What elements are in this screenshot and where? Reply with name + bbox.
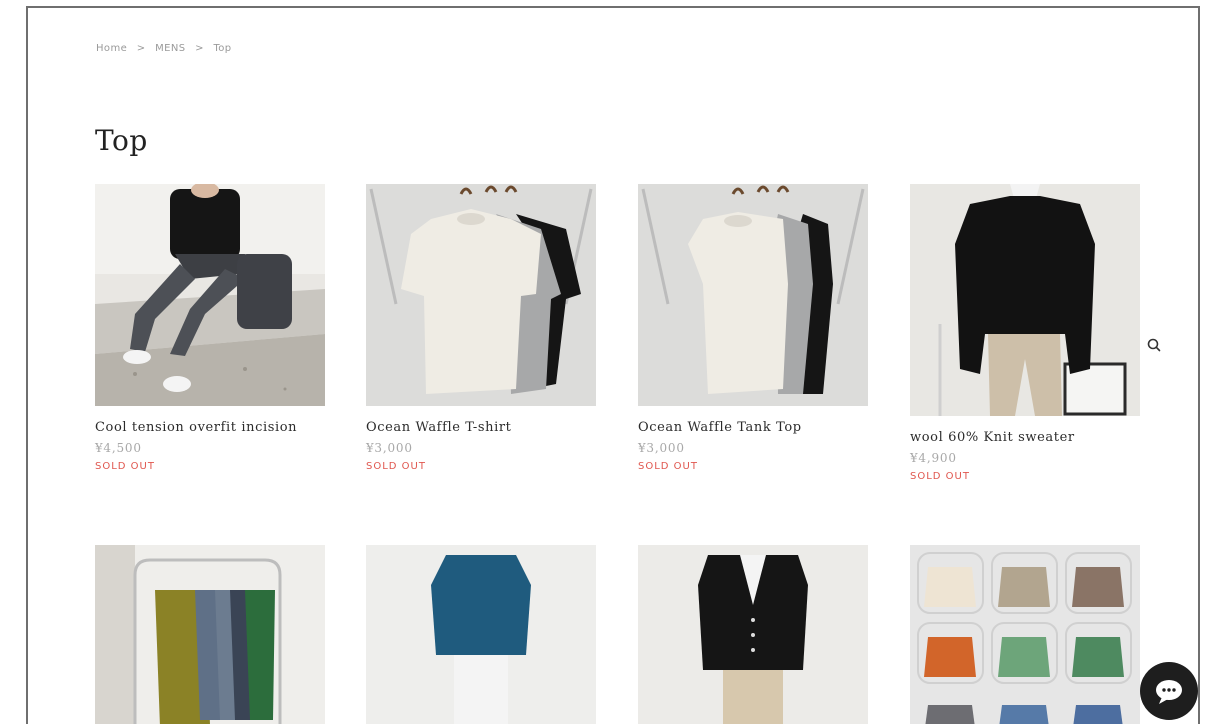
product-price: ¥3,000 [366,441,413,455]
product-image[interactable] [366,184,596,406]
product-image[interactable] [638,184,868,406]
page-title: Top [95,123,148,157]
product-price: ¥4,500 [95,441,142,455]
breadcrumb: Home > MENS > Top [96,43,232,54]
product-image[interactable] [638,545,868,724]
breadcrumb-home[interactable]: Home [96,43,127,54]
product-card[interactable] [638,545,868,724]
product-card[interactable]: Ocean Waffle Tank Top ¥3,000 SOLD OUT [638,184,868,472]
product-image[interactable] [910,184,1140,416]
breadcrumb-separator: > [136,43,146,54]
sold-out-badge: SOLD OUT [95,461,155,472]
product-price: ¥4,900 [910,451,957,465]
page-frame: Home > MENS > Top Top Cool tension overf… [26,6,1200,724]
product-name[interactable]: Ocean Waffle Tank Top [638,420,868,435]
product-image[interactable] [910,545,1140,724]
product-card[interactable]: Cool tension overfit incision ¥4,500 SOL… [95,184,325,472]
product-card[interactable]: Ocean Waffle T-shirt ¥3,000 SOLD OUT [366,184,596,472]
sold-out-badge: SOLD OUT [366,461,426,472]
chat-icon [1156,680,1182,704]
product-name[interactable]: wool 60% Knit sweater [910,430,1140,445]
product-card[interactable] [910,545,1140,724]
chat-button[interactable] [1140,662,1198,720]
search-icon[interactable] [1146,337,1162,353]
sold-out-badge: SOLD OUT [910,471,970,482]
product-card[interactable] [95,545,325,724]
sold-out-badge: SOLD OUT [638,461,698,472]
product-name[interactable]: Cool tension overfit incision [95,420,325,435]
breadcrumb-separator: > [195,43,204,54]
breadcrumb-current: Top [213,43,232,54]
product-card[interactable] [366,545,596,724]
product-card[interactable]: wool 60% Knit sweater ¥4,900 SOLD OUT [910,184,1140,482]
product-name[interactable]: Ocean Waffle T-shirt [366,420,596,435]
product-image[interactable] [95,184,325,406]
product-price: ¥3,000 [638,441,685,455]
breadcrumb-mens[interactable]: MENS [155,43,185,54]
product-image[interactable] [95,545,325,724]
product-image[interactable] [366,545,596,724]
